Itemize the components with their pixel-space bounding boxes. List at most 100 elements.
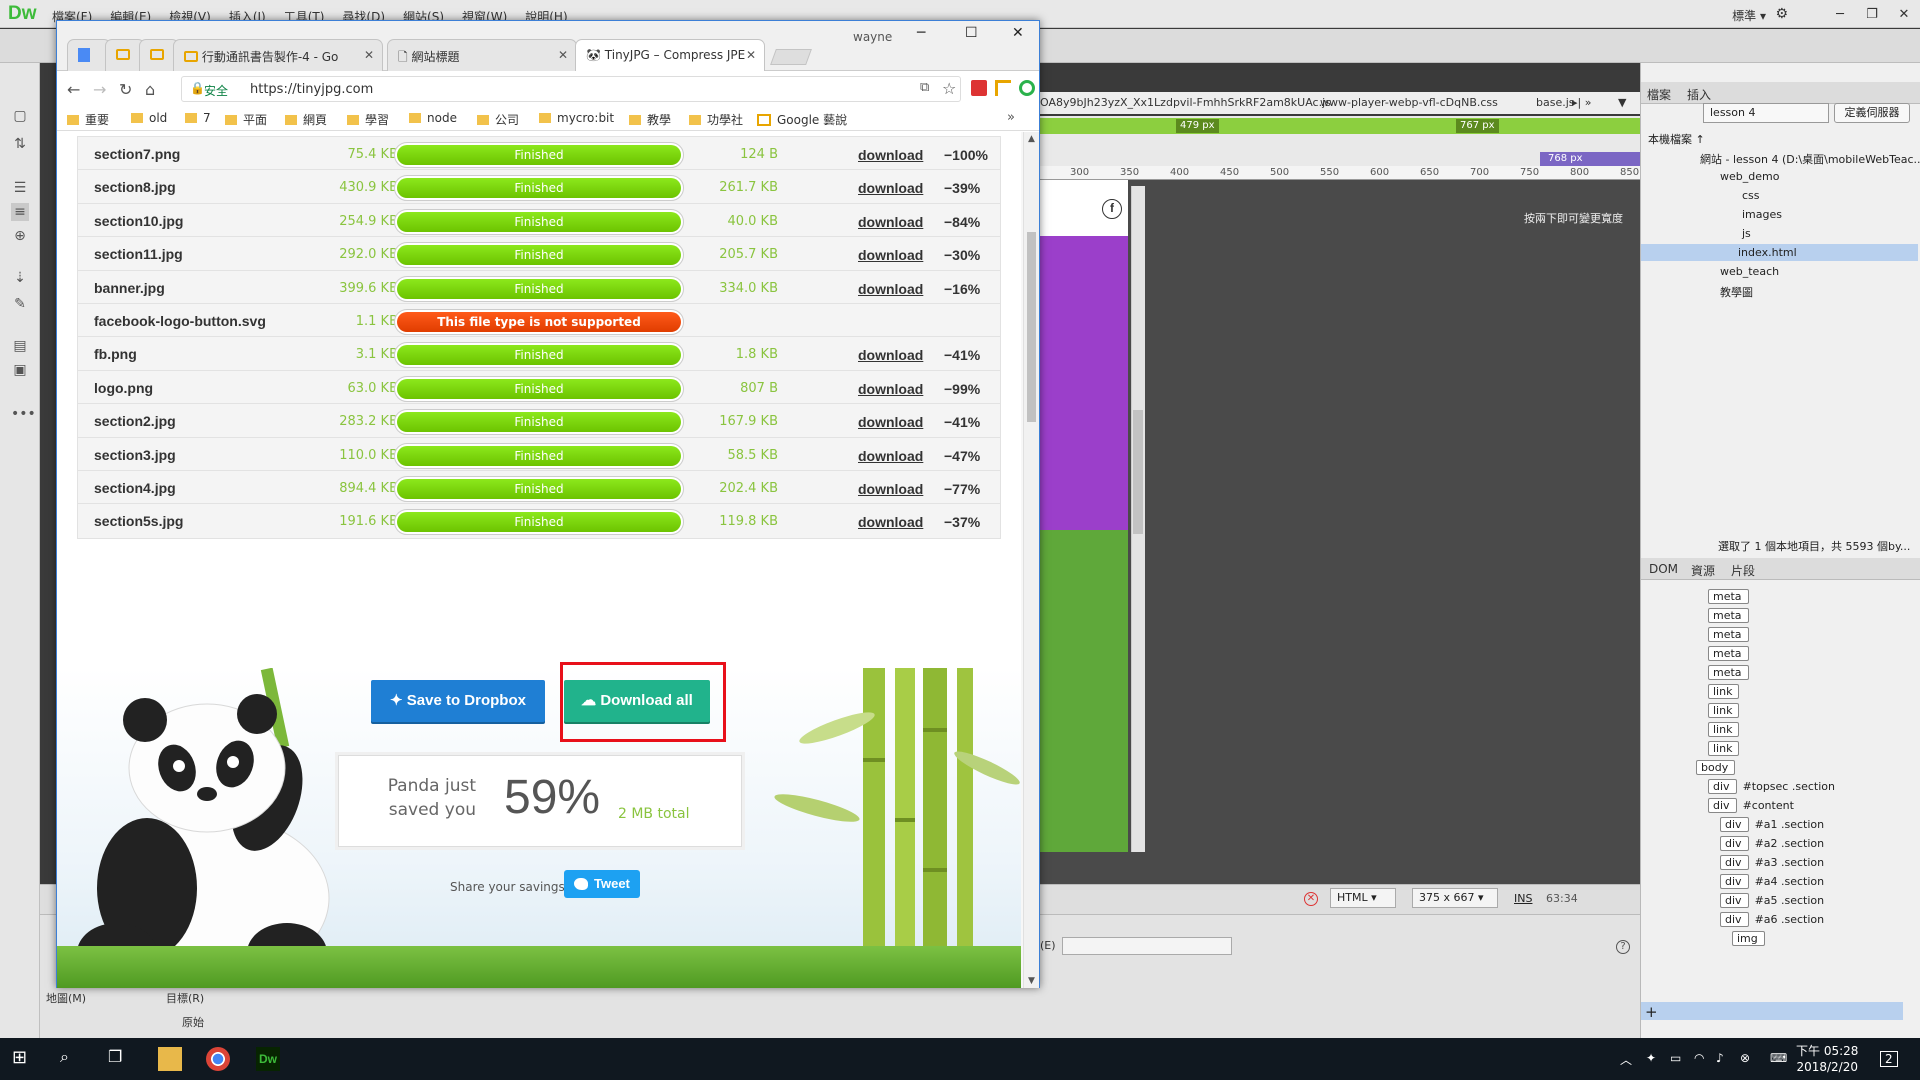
bookmark-company[interactable]: 公司 [477, 111, 519, 128]
taskbar-clock[interactable]: 下午 05:28 2018/2/20 [1796, 1043, 1858, 1075]
flag-extension-icon[interactable] [995, 80, 1011, 96]
tree-item-css[interactable]: css [1742, 189, 1760, 202]
new-tab-button[interactable] [770, 49, 812, 65]
define-server-button[interactable]: 定義伺服器 [1834, 103, 1910, 123]
keyboard-icon[interactable]: ⌨ [1770, 1051, 1787, 1065]
bookmark-old[interactable]: old [131, 111, 167, 125]
tab-snippets[interactable]: 片段 [1731, 562, 1755, 579]
battery-icon[interactable]: ▭ [1670, 1051, 1681, 1065]
next-file-icon[interactable]: ▸| » [1572, 96, 1591, 109]
url-text[interactable]: https://tinyjpg.com [250, 82, 373, 97]
dom-node[interactable]: div #a6 .section [1720, 912, 1824, 927]
format-source-icon[interactable]: ≡ [11, 203, 29, 221]
local-files-header[interactable]: 本機檔案 ↑ [1648, 131, 1705, 147]
dropbox-tray-icon[interactable]: ✦ [1646, 1051, 1656, 1065]
dom-node[interactable]: div #a5 .section [1720, 893, 1824, 908]
tree-item-teaching-images[interactable]: 教學圖 [1720, 284, 1753, 300]
dom-node[interactable]: link [1708, 703, 1745, 718]
dom-node[interactable]: meta [1708, 627, 1755, 642]
add-element-icon[interactable]: + [1645, 1003, 1658, 1021]
tree-item-web-demo[interactable]: web_demo [1720, 170, 1779, 183]
save-to-dropbox-button[interactable]: ✦ Save to Dropbox [371, 680, 545, 722]
bookmark-important[interactable]: 重要 [67, 111, 109, 128]
close-icon[interactable]: ✕ [1888, 4, 1920, 24]
chrome-tab-site-title[interactable]: 🗋 網站標題 ✕ [387, 39, 577, 71]
download-link[interactable]: download [858, 481, 923, 497]
live-view-icon[interactable]: ⊕ [11, 227, 29, 245]
back-arrow-icon[interactable]: ← [67, 80, 80, 99]
breakpoint-768[interactable]: 768 px [1540, 152, 1640, 166]
download-link[interactable]: download [858, 347, 923, 363]
comment-icon[interactable]: ▤ [11, 337, 29, 355]
snippet-icon[interactable]: ▣ [11, 361, 29, 379]
maximize-icon[interactable]: ☐ [965, 25, 978, 41]
download-link[interactable]: download [858, 180, 923, 196]
file-management-icon[interactable]: ⇅ [11, 135, 29, 153]
download-link[interactable]: download [858, 147, 923, 163]
bookmark-web[interactable]: 網頁 [285, 111, 327, 128]
dom-node[interactable]: meta [1708, 589, 1755, 604]
tree-item-js[interactable]: js [1742, 227, 1751, 240]
task-view-icon[interactable]: ❐ [108, 1047, 132, 1071]
download-link[interactable]: download [858, 214, 923, 230]
pdf-extension-icon[interactable] [971, 80, 987, 96]
dom-node[interactable]: body [1696, 760, 1741, 775]
tab-insert[interactable]: 插入 [1687, 86, 1711, 103]
download-link[interactable]: download [858, 414, 923, 430]
bookmark-google-alert[interactable]: Google 藝說 [757, 111, 847, 128]
breakpoint-479[interactable]: 479 px [1176, 119, 1219, 133]
chrome-tab-slides[interactable]: 行動通訊書告製作-4 - Go ✕ [173, 39, 383, 71]
dreamweaver-icon[interactable]: Dw [256, 1047, 280, 1071]
breakpoint-767[interactable]: 767 px [1456, 119, 1499, 133]
preview-scroll-thumb[interactable] [1133, 410, 1143, 534]
tweet-button[interactable]: Tweet [564, 870, 640, 898]
scroll-up-icon[interactable]: ▲ [1028, 134, 1035, 144]
minimize-icon[interactable]: ─ [917, 25, 925, 41]
dom-node[interactable]: div #content [1708, 798, 1794, 813]
more-tools-icon[interactable]: ••• [11, 405, 36, 423]
doc-type-select[interactable]: HTML ▾ [1330, 888, 1396, 908]
more-bookmarks-icon[interactable]: » [1007, 110, 1015, 125]
forward-arrow-icon[interactable]: → [93, 80, 106, 99]
minimize-icon[interactable]: ─ [1824, 4, 1856, 24]
help-icon[interactable]: ? [1616, 940, 1630, 954]
translate-icon[interactable]: ⧉ [920, 80, 929, 95]
search-icon[interactable]: ⌕ [60, 1047, 84, 1071]
notifications-icon[interactable]: 2 [1880, 1051, 1898, 1067]
tree-item-site[interactable]: 網站 - lesson 4 (D:\桌面\mobileWebTeac... [1700, 151, 1920, 167]
download-link[interactable]: download [858, 281, 923, 297]
site-select[interactable]: lesson 4 [1703, 103, 1829, 123]
window-size-select[interactable]: 375 x 667 ▾ [1412, 888, 1498, 908]
tab-files[interactable]: 檔案 [1647, 86, 1671, 103]
related-file-base[interactable]: base.js [1536, 96, 1575, 109]
page-scrollbar[interactable]: ▲ ▼ [1023, 132, 1039, 988]
dom-node[interactable]: link [1708, 722, 1745, 737]
tab-assets[interactable]: 資源 [1691, 562, 1715, 579]
bookmark-learning[interactable]: 學習 [347, 111, 389, 128]
volume-icon[interactable]: ♪ [1716, 1051, 1724, 1065]
dom-node[interactable]: div #a4 .section [1720, 874, 1824, 889]
chrome-icon[interactable] [206, 1047, 230, 1071]
download-link[interactable]: download [858, 381, 923, 397]
close-icon[interactable]: ✕ [558, 48, 568, 62]
windows-start-icon[interactable]: ⊞ [12, 1047, 36, 1071]
chrome-user-profile[interactable]: wayne [853, 30, 892, 44]
download-link[interactable]: download [858, 514, 923, 530]
bookmark-kungfu[interactable]: 功學社 [689, 111, 743, 128]
dom-node[interactable]: link [1708, 741, 1745, 756]
bookmark-node[interactable]: node [409, 111, 457, 125]
ime-icon[interactable]: ⊗ [1740, 1051, 1750, 1065]
page-scroll-thumb[interactable] [1027, 232, 1036, 422]
tree-item-web-teach[interactable]: web_teach [1720, 265, 1779, 278]
dom-node[interactable]: div #a3 .section [1720, 855, 1824, 870]
dom-node[interactable]: meta [1708, 608, 1755, 623]
dom-node[interactable]: div #topsec .section [1708, 779, 1835, 794]
bookmark-microbit[interactable]: mycro:bit [539, 111, 614, 125]
download-link[interactable]: download [858, 247, 923, 263]
open-document-icon[interactable]: ▢ [11, 107, 29, 125]
filter-icon[interactable]: ▼ [1618, 96, 1626, 109]
dom-node[interactable]: link [1708, 684, 1745, 699]
bookmark-graphic[interactable]: 平面 [225, 111, 267, 128]
related-file-css[interactable]: www-player-webp-vfl-cDqNB.css [1320, 96, 1498, 109]
dom-node[interactable]: div #a1 .section [1720, 817, 1824, 832]
